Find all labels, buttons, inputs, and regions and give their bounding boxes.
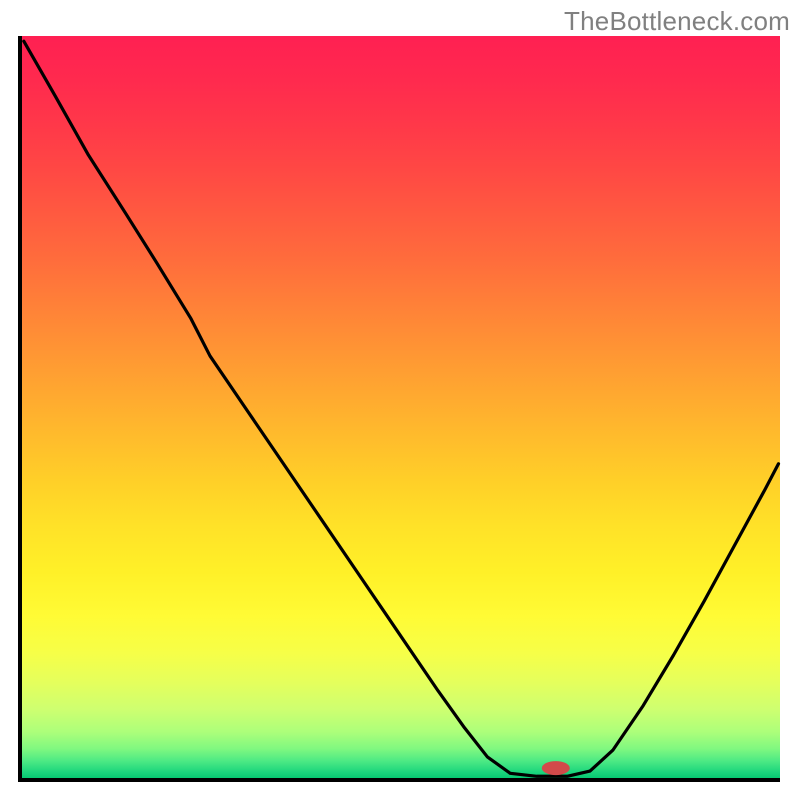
plot-area xyxy=(20,36,780,780)
optimal-marker xyxy=(542,761,570,775)
watermark-text: TheBottleneck.com xyxy=(564,6,790,37)
bottleneck-chart xyxy=(0,0,800,800)
chart-container: { "watermark": "TheBottleneck.com", "cha… xyxy=(0,0,800,800)
